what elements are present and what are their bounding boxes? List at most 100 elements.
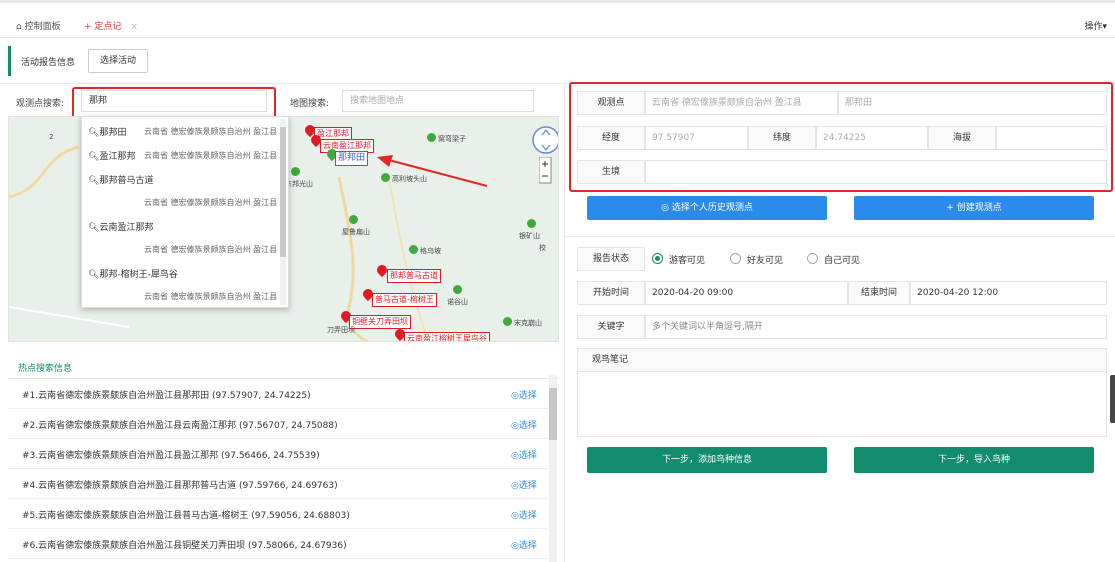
activity-bar: 活动报告信息 选择活动 [8,46,1115,76]
select-link[interactable]: ◎选择 [511,508,537,521]
keywords-field[interactable]: 多个关键词以半角逗号,隔开 [645,315,1107,339]
poi-label: 校 [539,244,546,252]
map-search-input[interactable]: 搜索地图地点 [342,90,534,112]
dropdown-item[interactable]: 🔍︎那邦普马古道 [88,173,153,186]
poi-icon [527,219,536,228]
end-time-field[interactable]: 2020-04-20 12:00 [910,281,1107,305]
hot-row: #4.云南省德宏傣族景颇族自治州盈江县那邦普马古道 (97.59766, 24.… [8,469,548,499]
select-link[interactable]: ◎选择 [511,538,537,551]
select-link[interactable]: ◎选择 [511,418,537,431]
tab-dashboard-label: 控制面板 [24,22,61,32]
search-icon: 🔍︎ [88,152,100,162]
hot-row-text: #5.云南省德宏傣族景颇族自治州盈江县普马古道-榕树王 (97.59056, 2… [22,511,350,521]
notes-textarea[interactable] [577,371,1107,437]
top-border [0,0,1115,3]
hot-row: #3.云南省德宏傣族景颇族自治州盈江县盈江那邦 (97.56466, 24.75… [8,439,548,469]
dropdown-item-address: 云南省 德宏傣族景颇族自治州 盈江县 [144,151,278,160]
search-icon: 🔍︎ [88,270,100,280]
map-search-label: 地图搜索: [290,99,330,109]
hot-row: #1.云南省德宏傣族景颇族自治州盈江县那邦田 (97.57907, 24.742… [8,379,548,409]
dropdown-item-name: 那邦田 [99,128,127,138]
zoom-control-icon[interactable] [539,157,553,185]
poi-label: 屋鲁扁山 [342,228,370,236]
map-pin-label: 普马古道-榕树王 [372,293,437,307]
next-add-species-button[interactable]: 下一步，添加鸟种信息 [587,447,827,473]
select-link[interactable]: ◎选择 [511,478,537,491]
dropdown-item[interactable]: 🔍︎那邦-榕树王-犀鸟谷 [88,267,178,280]
tab-bar: ⌂ 控制面板 + 定点记 × 操作▾ [0,12,1115,38]
point-search-label: 观测点搜索: [16,99,65,109]
home-icon: ⌂ [16,22,22,32]
hot-row-text: #3.云南省德宏傣族景颇族自治州盈江县盈江那邦 (97.56466, 24.75… [22,451,320,461]
search-icon: 🔍︎ [88,176,100,186]
poi-icon [503,317,512,326]
map-pin-label: 铜壁关刀弄田坝 [349,315,411,329]
dropdown-item[interactable]: 🔍︎云南盈江那邦 [88,220,153,233]
select-link[interactable]: ◎选择 [511,388,537,401]
dropdown-item-name: 盈江那邦 [99,152,136,162]
poi-icon [349,215,358,224]
hot-search-panel: 热点搜索信息 #1.云南省德宏傣族景颇族自治州盈江县那邦田 (97.57907,… [8,352,559,562]
hot-search-title: 热点搜索信息 [18,364,73,374]
dropdown-item-address: 云南省 德宏傣族景颇族自治州 盈江县 [144,245,278,254]
radio-friends[interactable] [730,253,741,264]
radio-public[interactable] [652,253,663,264]
pan-control-icon[interactable] [531,125,559,155]
select-activity-button[interactable]: 选择活动 [88,49,148,73]
radio-public-label: 游客可见 [669,256,706,266]
dropdown-item-name: 那邦普马古道 [99,176,154,186]
divider [565,236,1115,237]
poi-label: 高利坡头山 [392,175,427,183]
close-icon[interactable]: × [130,22,138,32]
map-pin-label: 那邦普马古道 [387,269,441,283]
poi-icon [291,167,300,176]
poi-label: 窝弯梁子 [438,135,466,143]
tab-current[interactable]: + 定点记 × [84,18,138,36]
hot-row: #6.云南省德宏傣族景颇族自治州盈江县铜壁关刀弄田坝 (97.58066, 24… [8,529,548,559]
hot-row-text: #4.云南省德宏傣族景颇族自治州盈江县那邦普马古道 (97.59766, 24.… [22,481,338,491]
poi-label: 刀弄田坝 [327,326,355,334]
select-history-point-button[interactable]: ◎ 选择个人历史观测点 [587,196,827,220]
autocomplete-dropdown: 🔍︎那邦田 云南省 德宏傣族景颇族自治州 盈江县 🔍︎盈江那邦 云南省 德宏傣族… [81,116,289,308]
end-time-label: 结束时间 [848,281,910,305]
status-label: 报告状态 [577,247,645,271]
poi-label: 格乌坡 [420,247,441,255]
radio-friends-label: 好友可见 [747,256,784,266]
dropdown-item[interactable]: 🔍︎盈江那邦 [88,149,135,162]
poi-label: 银矿山 [519,232,540,240]
hot-row: #5.云南省德宏傣族景颇族自治州盈江县普马古道-榕树王 (97.59056, 2… [8,499,548,529]
dropdown-item-address: 云南省 德宏傣族景颇族自治州 盈江县 [144,292,278,301]
notes-label: 观鸟笔记 [577,348,1107,372]
dropdown-item-name: 那邦-榕树王-犀鸟谷 [99,270,178,280]
dropdown-scroll-thumb[interactable] [280,127,286,257]
poi-label: 宋克崩山 [514,319,542,327]
activity-label: 活动报告信息 [21,58,76,68]
poi-icon [427,133,436,142]
radio-private[interactable] [807,253,818,264]
scale-label: 2 [49,133,54,141]
map-pin-label: 云南盈江榕树王犀鸟谷 [404,332,490,341]
poi-icon [381,173,390,182]
plus-icon: + [84,22,92,32]
create-point-button[interactable]: + 创建观测点 [854,196,1094,220]
dropdown-item[interactable]: 🔍︎那邦田 [88,125,126,138]
search-icon: 🔍︎ [88,128,100,138]
select-link[interactable]: ◎选择 [511,448,537,461]
poi-icon [453,285,462,294]
dropdown-item-name: 云南盈江那邦 [99,223,154,233]
search-icon: 🔍︎ [88,223,100,233]
map-search-placeholder: 搜索地图地点 [350,96,405,106]
hot-row-text: #1.云南省德宏傣族景颇族自治州盈江县那邦田 (97.57907, 24.742… [22,391,311,401]
side-handle[interactable] [1110,375,1115,423]
poi-label: 东邦光山 [285,180,313,188]
poi-icon [409,245,418,254]
tab-dashboard[interactable]: ⌂ 控制面板 [16,18,61,36]
radio-private-label: 自己可见 [824,256,861,266]
start-time-field[interactable]: 2020-04-20 09:00 [645,281,848,305]
hot-list-scroll-thumb[interactable] [549,388,557,440]
tab-current-label: 定点记 [94,22,122,32]
start-time-label: 开始时间 [577,281,645,305]
operations-menu[interactable]: 操作▾ [1084,18,1107,36]
next-import-species-button[interactable]: 下一步，导入鸟种 [854,447,1094,473]
hot-row-text: #6.云南省德宏傣族景颇族自治州盈江县铜壁关刀弄田坝 (97.58066, 24… [22,541,347,551]
